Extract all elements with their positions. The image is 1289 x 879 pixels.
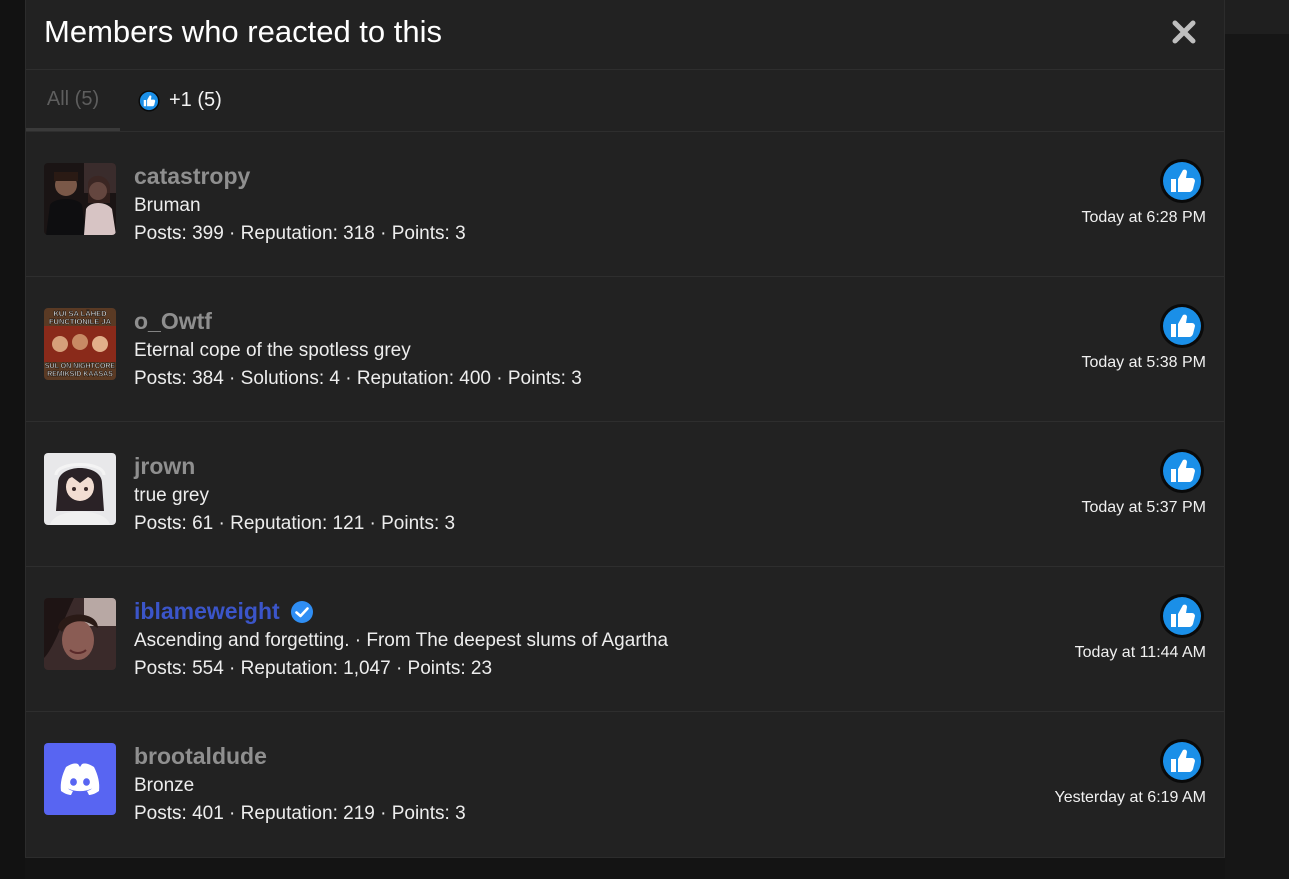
username-text: o_Owtf — [134, 308, 212, 334]
avatar[interactable] — [44, 453, 116, 525]
member-stats: Posts: 384 · Solutions: 4 · Reputation: … — [134, 368, 582, 389]
list-item: jrown true grey Posts: 61 · Reputation: … — [26, 422, 1224, 567]
close-button[interactable] — [1166, 14, 1202, 50]
avatar[interactable] — [44, 163, 116, 235]
reaction-list: catastropy Bruman Posts: 399 · Reputatio… — [26, 132, 1224, 857]
reaction-timestamp[interactable]: Today at 11:44 AM — [1075, 644, 1206, 662]
thumbs-up-icon[interactable] — [1159, 593, 1205, 639]
member-title: true grey — [134, 485, 209, 506]
tab-all-label: All (5) — [46, 87, 100, 110]
list-item: catastropy Bruman Posts: 399 · Reputatio… — [26, 132, 1224, 277]
member-title: Bruman — [134, 195, 201, 216]
member-username[interactable]: catastropy — [134, 163, 250, 190]
member-username[interactable]: iblameweight — [134, 598, 314, 625]
member-stats: Posts: 401 · Reputation: 219 · Points: 3 — [134, 803, 466, 824]
reaction-timestamp[interactable]: Today at 5:37 PM — [1081, 499, 1206, 517]
page-backdrop-right — [1225, 0, 1289, 879]
page-backdrop-topbar — [1225, 0, 1289, 34]
member-stats: Posts: 554 · Reputation: 1,047 · Points:… — [134, 658, 493, 679]
tab-plus-one-label: +1 (5) — [169, 89, 222, 111]
member-username[interactable]: brootaldude — [134, 743, 267, 770]
reaction-timestamp[interactable]: Today at 6:28 PM — [1081, 209, 1206, 227]
member-title: Eternal cope of the spotless grey — [134, 340, 411, 361]
tab-all[interactable]: All (5) — [26, 70, 120, 131]
avatar-meme-text: SUL ON NIGHTCORE — [45, 363, 116, 370]
reactions-modal: Members who reacted to this All (5) +1 (… — [25, 0, 1225, 858]
list-item: KUI SA LÄHED FUNCTIONILE JA SUL ON NIGHT… — [26, 277, 1224, 422]
thumbs-up-icon[interactable] — [1159, 738, 1205, 784]
tab-plus-one[interactable]: +1 (5) — [138, 70, 222, 131]
member-stats: Posts: 61 · Reputation: 121 · Points: 3 — [134, 513, 456, 534]
member-stats: Posts: 399 · Reputation: 318 · Points: 3 — [134, 223, 466, 244]
member-username[interactable]: jrown — [134, 453, 195, 480]
reaction-timestamp[interactable]: Today at 5:38 PM — [1081, 354, 1206, 372]
list-item: iblameweight Ascending and forgetting. ·… — [26, 567, 1224, 712]
member-username[interactable]: o_Owtf — [134, 308, 212, 335]
page-backdrop-left — [0, 0, 25, 879]
username-text: iblameweight — [134, 598, 280, 624]
modal-title: Members who reacted to this — [44, 14, 443, 49]
username-text: jrown — [134, 453, 196, 479]
member-title: Bronze — [134, 775, 195, 796]
reaction-tabs: All (5) +1 (5) — [26, 70, 1224, 132]
modal-header: Members who reacted to this — [26, 0, 1224, 70]
avatar-meme-text: FUNCTIONILE JA — [49, 317, 112, 326]
username-text: catastropy — [134, 163, 251, 189]
username-text: brootaldude — [134, 743, 267, 769]
avatar[interactable] — [44, 743, 116, 815]
thumbs-up-icon[interactable] — [1159, 448, 1205, 494]
thumbs-up-icon — [138, 89, 160, 112]
list-item: brootaldude Bronze Posts: 401 · Reputati… — [26, 712, 1224, 857]
verified-badge-icon — [290, 600, 313, 623]
close-icon — [1172, 20, 1196, 44]
member-title: Ascending and forgetting. · From The dee… — [134, 630, 669, 651]
discord-logo-icon — [60, 763, 100, 795]
thumbs-up-icon[interactable] — [1159, 303, 1205, 349]
reaction-timestamp[interactable]: Yesterday at 6:19 AM — [1054, 789, 1206, 807]
thumbs-up-icon[interactable] — [1159, 158, 1205, 204]
avatar[interactable]: KUI SA LÄHED FUNCTIONILE JA SUL ON NIGHT… — [44, 308, 116, 380]
avatar[interactable] — [44, 598, 116, 670]
avatar-meme-text: REMIKSID KAASAS — [47, 371, 113, 378]
